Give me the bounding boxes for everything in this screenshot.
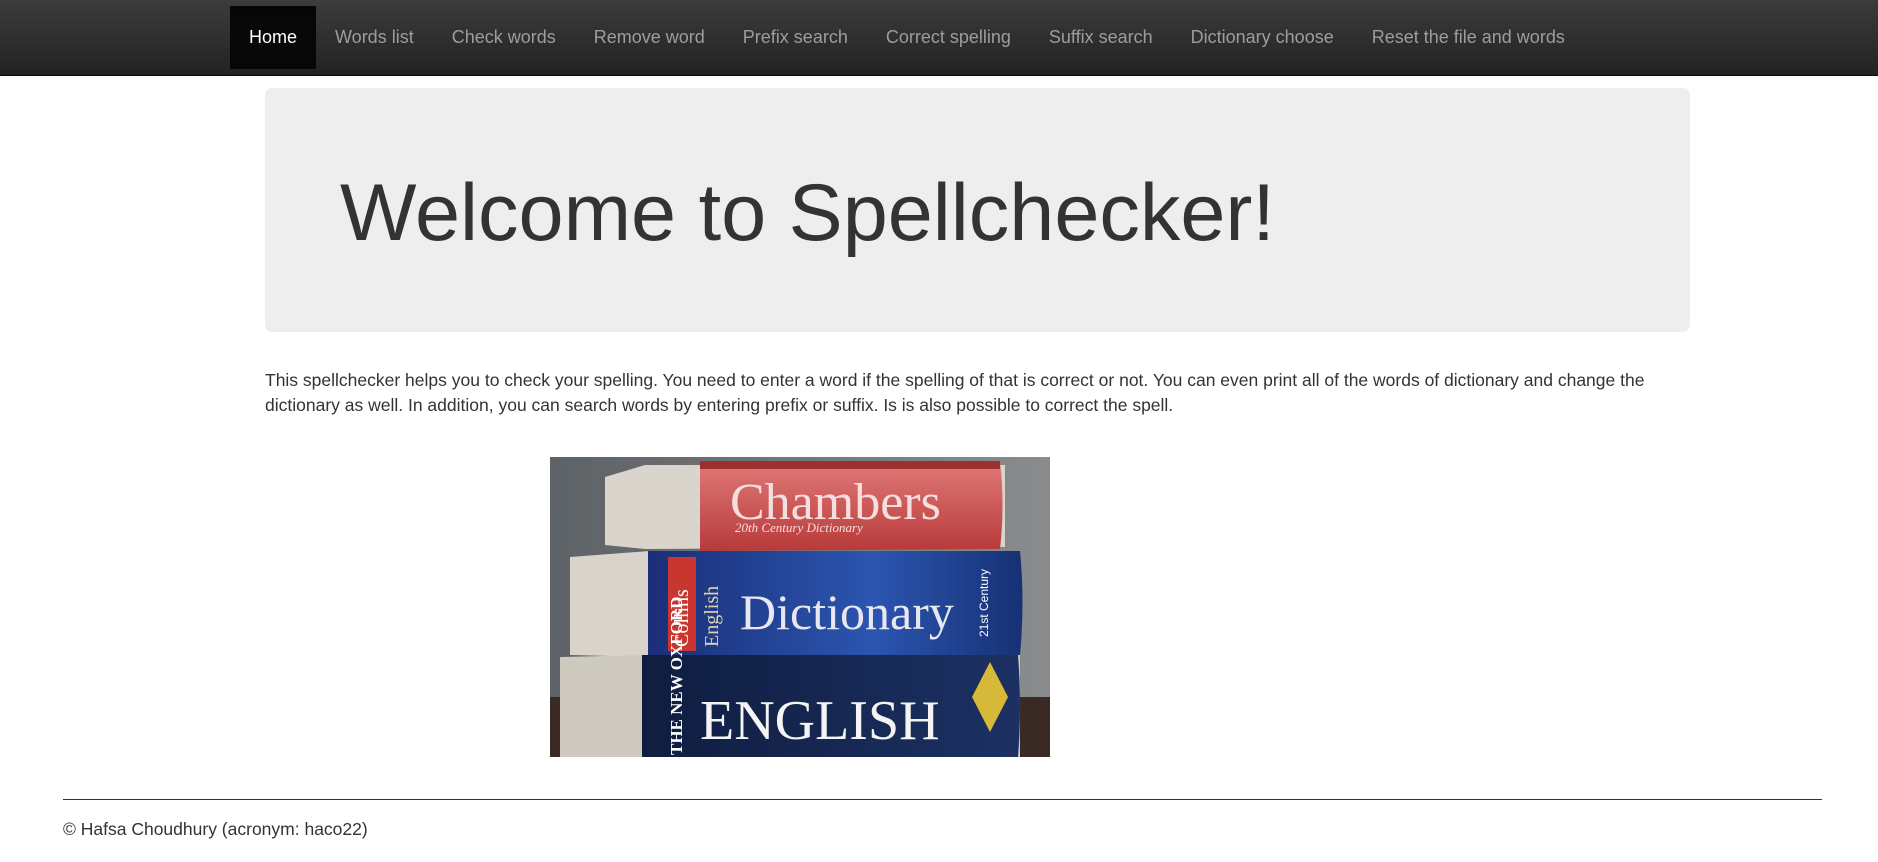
nav-list: Home Words list Check words Remove word … [230, 6, 1584, 69]
hero-jumbotron: Welcome to Spellchecker! [265, 88, 1690, 332]
dictionary-books-image: Chambers 20th Century Dictionary Collins… [550, 457, 1050, 757]
nav-item-suffix-search[interactable]: Suffix search [1030, 6, 1172, 69]
book-top-subtitle: 20th Century Dictionary [735, 520, 863, 535]
footer-divider [63, 799, 1822, 800]
book-bottom-title: ENGLISH [700, 690, 940, 752]
book-middle-side: English [701, 586, 723, 647]
intro-paragraph: This spellchecker helps you to check you… [265, 370, 1645, 415]
nav-item-check-words[interactable]: Check words [433, 6, 575, 69]
book-middle-title: Dictionary [740, 584, 954, 640]
nav-item-reset-file-words[interactable]: Reset the file and words [1353, 6, 1584, 69]
nav-item-dictionary-choose[interactable]: Dictionary choose [1172, 6, 1353, 69]
book-top-spine-band [700, 461, 1000, 469]
book-bottom-side: THE NEW OXFORD [667, 597, 686, 755]
nav-item-words-list[interactable]: Words list [316, 6, 433, 69]
footer-copyright: © Hafsa Choudhury (acronym: haco22) [63, 819, 368, 839]
book-middle-badge: 21st Century [977, 569, 991, 637]
nav-item-correct-spelling[interactable]: Correct spelling [867, 6, 1030, 69]
top-navbar: Home Words list Check words Remove word … [0, 0, 1878, 76]
nav-item-prefix-search[interactable]: Prefix search [724, 6, 867, 69]
nav-item-home[interactable]: Home [230, 6, 317, 69]
nav-item-remove-word[interactable]: Remove word [575, 6, 724, 69]
page-title: Welcome to Spellchecker! [340, 168, 1275, 258]
